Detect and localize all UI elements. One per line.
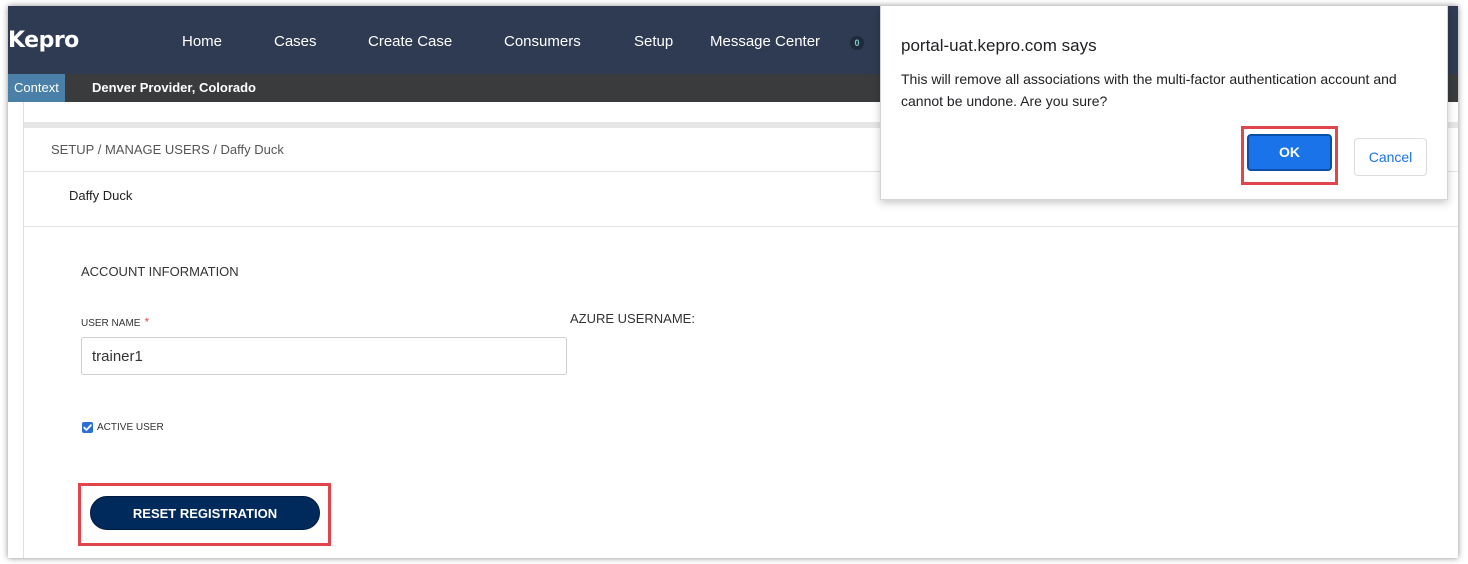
confirm-dialog: portal-uat.kepro.com says This will remo… [880, 6, 1448, 200]
username-label-text: USER NAME [81, 318, 141, 329]
message-count-badge: 0 [850, 36, 864, 50]
cancel-button[interactable]: Cancel [1354, 138, 1427, 176]
active-user-label: ACTIVE USER [97, 422, 164, 433]
username-label: USER NAME * [81, 315, 149, 329]
context-value: Denver Provider, Colorado [92, 80, 256, 95]
dialog-title: portal-uat.kepro.com says [901, 36, 1097, 55]
nav-cases[interactable]: Cases [274, 33, 317, 50]
nav-home[interactable]: Home [182, 33, 222, 50]
reset-registration-button[interactable]: RESET REGISTRATION [90, 496, 320, 530]
active-user-checkbox[interactable] [82, 422, 93, 433]
breadcrumb: SETUP / MANAGE USERS / Daffy Duck [51, 142, 284, 157]
divider [24, 226, 1458, 227]
checkmark-icon [83, 424, 92, 431]
ok-button[interactable]: OK [1247, 134, 1332, 171]
dialog-message: This will remove all associations with t… [901, 71, 1397, 109]
nav-message-center[interactable]: Message Center [710, 33, 820, 50]
nav-create-case[interactable]: Create Case [368, 33, 452, 50]
azure-username-label: AZURE USERNAME: [570, 311, 695, 326]
app-window: Kepro Home Cases Create Case Consumers S… [8, 6, 1458, 558]
username-input[interactable] [81, 337, 567, 375]
context-label[interactable]: Context [8, 74, 65, 102]
required-marker: * [144, 315, 150, 329]
nav-setup[interactable]: Setup [634, 33, 673, 50]
section-heading-account-information: ACCOUNT INFORMATION [81, 264, 239, 279]
nav-consumers[interactable]: Consumers [504, 33, 581, 50]
user-title: Daffy Duck [69, 188, 133, 203]
kepro-logo[interactable]: Kepro [8, 28, 79, 53]
